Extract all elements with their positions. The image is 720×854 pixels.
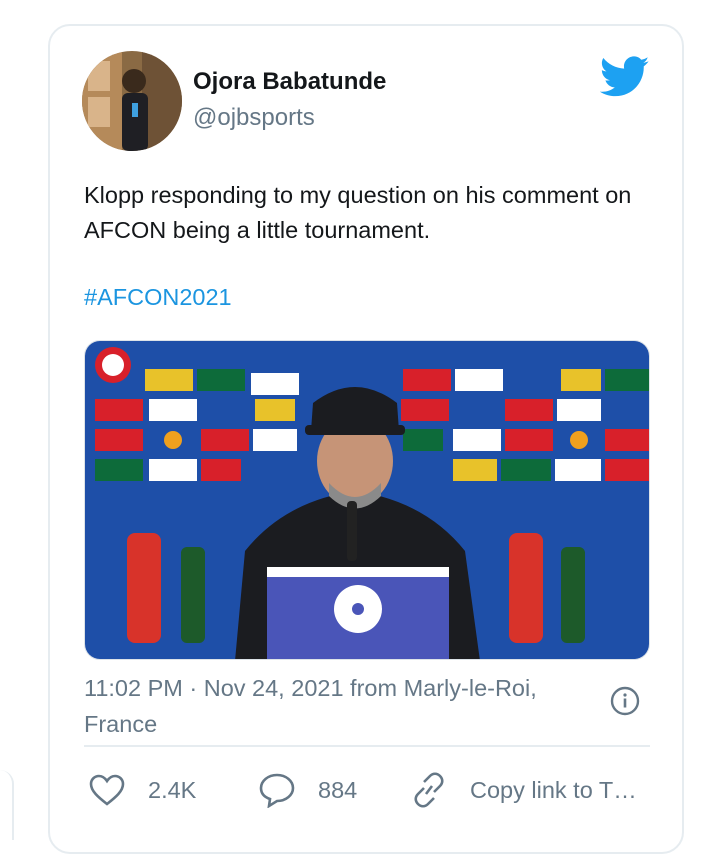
press-conference-video[interactable] [84,340,650,660]
author-name[interactable]: Ojora Babatunde [193,68,386,96]
like-count: 2.4K [148,776,197,803]
hashtag-link[interactable]: #AFCON2021 [84,284,232,311]
like-button[interactable]: 2.4K [88,770,196,810]
avatar[interactable] [82,51,182,151]
info-icon[interactable] [610,686,640,716]
tweet-timestamp[interactable]: 11:02 PM · Nov 24, 2021 from Marly-le-Ro… [84,670,604,742]
adjacent-card-edge [0,770,14,840]
link-icon [414,772,444,808]
copy-link-label: Copy link to T… [470,776,637,803]
heart-icon [89,774,125,806]
microphone [347,501,357,561]
twitter-bird-icon[interactable] [599,56,650,98]
comment-icon [259,773,295,808]
tweet-text: Klopp responding to my question on his c… [84,182,632,243]
reply-count: 884 [318,776,358,803]
copy-link-button[interactable]: Copy link to T… [410,770,637,810]
divider [84,745,650,747]
reply-button[interactable]: 884 [258,770,357,810]
author-handle[interactable]: @ojbsports [193,104,315,132]
